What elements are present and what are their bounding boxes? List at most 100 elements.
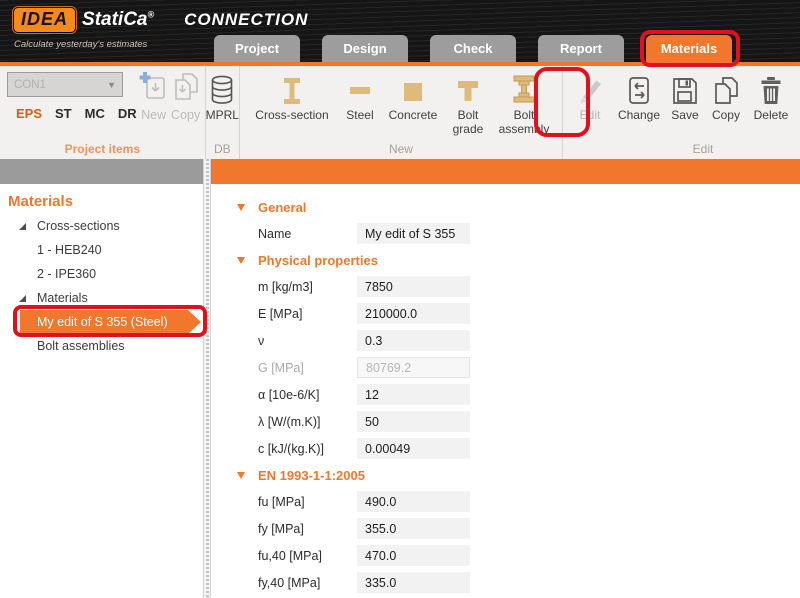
main-header-bar — [211, 159, 800, 184]
property-label: m [kg/m3] — [258, 280, 357, 294]
mode-st-button[interactable]: ST — [55, 106, 72, 121]
section-header-general[interactable]: General — [237, 194, 800, 220]
property-value-field[interactable]: 490.0 — [357, 491, 470, 512]
mode-dr-button[interactable]: DR — [118, 106, 137, 121]
property-row: fy [MPa]355.0 — [237, 515, 800, 542]
section-title: EN 1993-1-1:2005 — [258, 468, 365, 483]
navigation-sidebar: Materials Cross-sections1 - HEB2402 - IP… — [0, 159, 203, 598]
property-row: c [kJ/(kg.K)]0.00049 — [237, 435, 800, 462]
section-header-en-1993-1-1-2005[interactable]: EN 1993-1-1:2005 — [237, 462, 800, 488]
tree-item[interactable]: Bolt assemblies — [0, 334, 203, 358]
mode-mc-button[interactable]: MC — [85, 106, 105, 121]
group-label-edit: Edit — [563, 142, 800, 156]
tree-group-cross-sections[interactable]: Cross-sections — [0, 214, 203, 238]
tagline: Calculate yesterday's estimates — [14, 39, 147, 50]
bolt-grade-label: Bolt grade — [449, 109, 487, 137]
titlebar: IDEA StatiCa® CONNECTION Calculate yeste… — [0, 0, 800, 62]
i-beam-icon — [279, 73, 305, 106]
tree-title: Materials — [0, 188, 203, 214]
tab-project[interactable]: Project — [214, 35, 300, 62]
save-button-label: Save — [671, 109, 698, 123]
property-row: fu [MPa]490.0 — [237, 488, 800, 515]
save-floppy-icon — [671, 73, 699, 106]
property-value-field: 80769.2 — [357, 357, 470, 378]
property-row: G [MPa]80769.2 — [237, 354, 800, 381]
property-value-field[interactable]: 210000.0 — [357, 303, 470, 324]
ribbon: CON1 ▼ EPS ST MC DR — [0, 66, 800, 159]
mprl-button[interactable]: MPRL — [206, 66, 239, 123]
tree-item-selected[interactable]: My edit of S 355 (Steel) — [20, 310, 201, 334]
property-row: λ [W/(m.K)]50 — [237, 408, 800, 435]
workspace: Materials Cross-sections1 - HEB2402 - IP… — [0, 159, 800, 598]
trash-icon — [758, 73, 784, 106]
new-button-label: New — [141, 108, 166, 122]
database-icon — [207, 73, 237, 106]
project-item-combobox[interactable]: CON1 ▼ — [7, 72, 123, 97]
property-label: λ [W/(m.K)] — [258, 415, 357, 429]
copy-pages-icon — [712, 73, 740, 106]
change-button-label: Change — [618, 109, 660, 123]
property-label: fy,40 [MPa] — [258, 576, 357, 590]
property-row: fu,40 [MPa]470.0 — [237, 542, 800, 569]
bolt-assembly-icon — [511, 73, 537, 106]
property-row: α [10e-6/K]12 — [237, 381, 800, 408]
property-label: G [MPa] — [258, 361, 357, 375]
tab-design[interactable]: Design — [322, 35, 408, 62]
property-label: α [10e-6/K] — [258, 388, 357, 402]
tree-group-materials[interactable]: Materials — [0, 286, 203, 310]
property-label: Name — [258, 227, 357, 241]
property-row: E [MPa]210000.0 — [237, 300, 800, 327]
property-label: c [kJ/(kg.K)] — [258, 442, 357, 456]
property-value-field[interactable]: 50 — [357, 411, 470, 432]
bolt-grade-icon — [455, 73, 481, 106]
property-value-field[interactable]: 470.0 — [357, 545, 470, 566]
tab-report[interactable]: Report — [538, 35, 624, 62]
tree-item[interactable]: 1 - HEB240 — [0, 238, 203, 262]
app-window: IDEA StatiCa® CONNECTION Calculate yeste… — [0, 0, 800, 598]
property-row: NameMy edit of S 355 — [237, 220, 800, 247]
ribbon-group-new: Cross-section Steel Concrete Bolt grade — [240, 66, 563, 159]
main-tabs: Project Design Check Report Materials — [214, 35, 732, 62]
collapse-triangle-icon — [237, 204, 245, 211]
expander-icon[interactable] — [19, 223, 26, 230]
property-label: ν — [258, 334, 357, 348]
mode-eps-button[interactable]: EPS — [16, 106, 42, 121]
tab-check[interactable]: Check — [430, 35, 516, 62]
bolt-assembly-label: Bolt assembly — [497, 109, 551, 137]
registered-mark: ® — [147, 10, 154, 20]
property-row: fy,40 [MPa]335.0 — [237, 569, 800, 596]
concrete-block-icon — [400, 73, 426, 106]
property-value-field[interactable]: 355.0 — [357, 518, 470, 539]
section-header-physical-properties[interactable]: Physical properties — [237, 247, 800, 273]
expander-icon[interactable] — [19, 295, 26, 302]
copy-project-item-button: Copy — [171, 72, 201, 122]
property-value-field[interactable]: 12 — [357, 384, 470, 405]
panel-splitter[interactable] — [203, 159, 211, 598]
materials-tree: Materials Cross-sections1 - HEB2402 - IP… — [0, 184, 203, 358]
property-label: fu,40 [MPa] — [258, 549, 357, 563]
edit-button-label: Edit — [580, 109, 601, 123]
product-name: CONNECTION — [184, 10, 308, 30]
chevron-down-icon: ▼ — [107, 80, 116, 90]
group-label-new: New — [240, 142, 562, 156]
copy-button-label: Copy — [171, 108, 200, 122]
change-swap-icon — [625, 73, 653, 106]
pencil-icon — [575, 73, 605, 106]
sidebar-header-bar — [0, 159, 203, 184]
combobox-value: CON1 — [14, 79, 46, 91]
ribbon-group-project-items: CON1 ▼ EPS ST MC DR — [0, 66, 206, 159]
property-value-field[interactable]: My edit of S 355 — [357, 223, 470, 244]
property-label: fy [MPa] — [258, 522, 357, 536]
property-value-field[interactable]: 7850 — [357, 276, 470, 297]
ribbon-group-db: MPRL DB — [206, 66, 240, 159]
collapse-triangle-icon — [237, 257, 245, 264]
delete-button-label: Delete — [754, 109, 789, 123]
tree-item[interactable]: 2 - IPE360 — [0, 262, 203, 286]
tab-materials[interactable]: Materials — [646, 35, 732, 62]
group-label-project-items: Project items — [0, 142, 205, 156]
property-value-field[interactable]: 335.0 — [357, 572, 470, 593]
property-value-field[interactable]: 0.00049 — [357, 438, 470, 459]
new-document-icon — [139, 72, 169, 107]
concrete-label: Concrete — [389, 109, 438, 123]
property-value-field[interactable]: 0.3 — [357, 330, 470, 351]
